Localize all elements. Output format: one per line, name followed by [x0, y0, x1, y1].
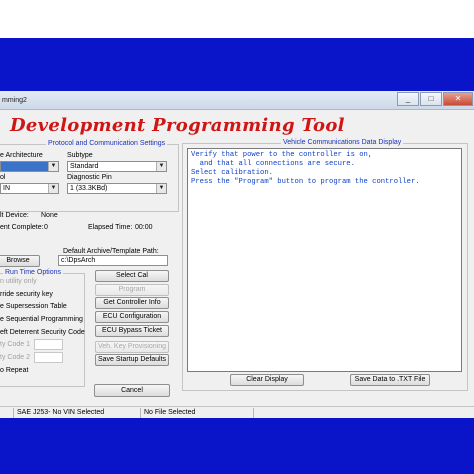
- cancel-button[interactable]: Cancel: [94, 384, 170, 397]
- desktop-background-bottom: [0, 418, 474, 474]
- maximize-button[interactable]: □: [420, 92, 442, 106]
- window-title-bar[interactable]: mming2 _ □ ✕: [0, 91, 474, 110]
- security-code-1-input[interactable]: [34, 339, 63, 350]
- ecu-configuration-button[interactable]: ECU Configuration: [95, 311, 169, 323]
- protocol-label: ol: [0, 174, 6, 181]
- diag-pin-value: 1 (33.3KBd): [70, 185, 108, 192]
- device-label: lt Device:: [0, 212, 29, 219]
- percent-complete-value: 0: [44, 224, 48, 231]
- desktop-top: [0, 0, 474, 38]
- option-auto-repeat[interactable]: o Repeat: [0, 367, 28, 374]
- select-cal-button[interactable]: Select Cal: [95, 270, 169, 282]
- main-window-client: Development Programming Tool Protocol an…: [0, 110, 474, 418]
- device-value: None: [41, 212, 58, 219]
- status-cell: [0, 408, 14, 418]
- program-button[interactable]: Program: [95, 284, 169, 296]
- architecture-label: e Architecture: [0, 152, 43, 159]
- architecture-select[interactable]: ▼: [0, 161, 59, 172]
- protocol-value: IN: [3, 185, 10, 192]
- security-code-2-input[interactable]: [34, 352, 63, 363]
- option-supersession-table[interactable]: e Supersession Table: [0, 303, 67, 310]
- option-override-security-key[interactable]: rride security key: [0, 291, 53, 298]
- close-button[interactable]: ✕: [443, 92, 473, 106]
- app-logo: Development Programming Tool: [10, 115, 345, 136]
- run-time-options-title: Run Time Options: [3, 269, 64, 276]
- window-title: mming2: [2, 97, 27, 104]
- status-bar: SAE J253- No VIN Selected No File Select…: [0, 406, 474, 418]
- veh-key-provisioning-button[interactable]: Veh. Key Provisioning: [95, 341, 169, 353]
- elapsed-time-label: Elapsed Time:: [88, 224, 133, 231]
- display-line: Press the "Program" button to program th…: [191, 178, 420, 186]
- diag-pin-label: Diagnostic Pin: [67, 174, 112, 181]
- save-startup-defaults-button[interactable]: Save Startup Defaults: [95, 354, 169, 366]
- chevron-down-icon: ▼: [156, 184, 166, 193]
- status-file: No File Selected: [142, 408, 254, 418]
- protocol-settings-title: Protocol and Communication Settings: [46, 140, 168, 147]
- save-data-txt-button[interactable]: Save Data to .TXT File: [350, 374, 430, 386]
- status-vin: SAE J253- No VIN Selected: [15, 408, 141, 418]
- archive-path-label: Default Archive/Template Path:: [63, 248, 159, 255]
- vehicle-data-display-title: Vehicle Communications Data Display: [281, 139, 404, 146]
- browse-button[interactable]: Browse: [0, 255, 40, 267]
- chevron-down-icon: ▼: [156, 162, 166, 171]
- chevron-down-icon: ▼: [48, 184, 58, 193]
- subtype-label: Subtype: [67, 152, 93, 159]
- get-controller-info-button[interactable]: Get Controller Info: [95, 297, 169, 309]
- display-line: Select calibration.: [191, 169, 273, 177]
- display-line: Verify that power to the controller is o…: [191, 151, 373, 159]
- option-sequential-programming[interactable]: e Sequential Programming: [0, 316, 83, 323]
- archive-path-input[interactable]: c:\DpsArch: [58, 255, 168, 266]
- desktop-background-top: [0, 38, 474, 91]
- option-security-code-1[interactable]: ty Code 1: [0, 341, 30, 348]
- elapsed-time-value: 00:00: [135, 224, 153, 231]
- percent-complete-label: ent Complete:: [0, 224, 44, 231]
- subtype-select[interactable]: Standard ▼: [67, 161, 167, 172]
- clear-display-button[interactable]: Clear Display: [230, 374, 304, 386]
- protocol-select[interactable]: IN ▼: [0, 183, 59, 194]
- option-theft-deterrent-security-code[interactable]: eft Deterrent Security Code: [0, 329, 85, 336]
- option-utility-only[interactable]: n utility only: [0, 278, 37, 285]
- ecu-bypass-ticket-button[interactable]: ECU Bypass Ticket: [95, 325, 169, 337]
- display-line: and that all connections are secure.: [191, 160, 355, 168]
- minimize-button[interactable]: _: [397, 92, 419, 106]
- subtype-value: Standard: [70, 163, 99, 170]
- vehicle-data-display[interactable]: Verify that power to the controller is o…: [187, 148, 462, 372]
- diag-pin-select[interactable]: 1 (33.3KBd) ▼: [67, 183, 167, 194]
- chevron-down-icon: ▼: [48, 162, 58, 171]
- option-security-code-2[interactable]: ty Code 2: [0, 354, 30, 361]
- status-cell: [255, 408, 474, 418]
